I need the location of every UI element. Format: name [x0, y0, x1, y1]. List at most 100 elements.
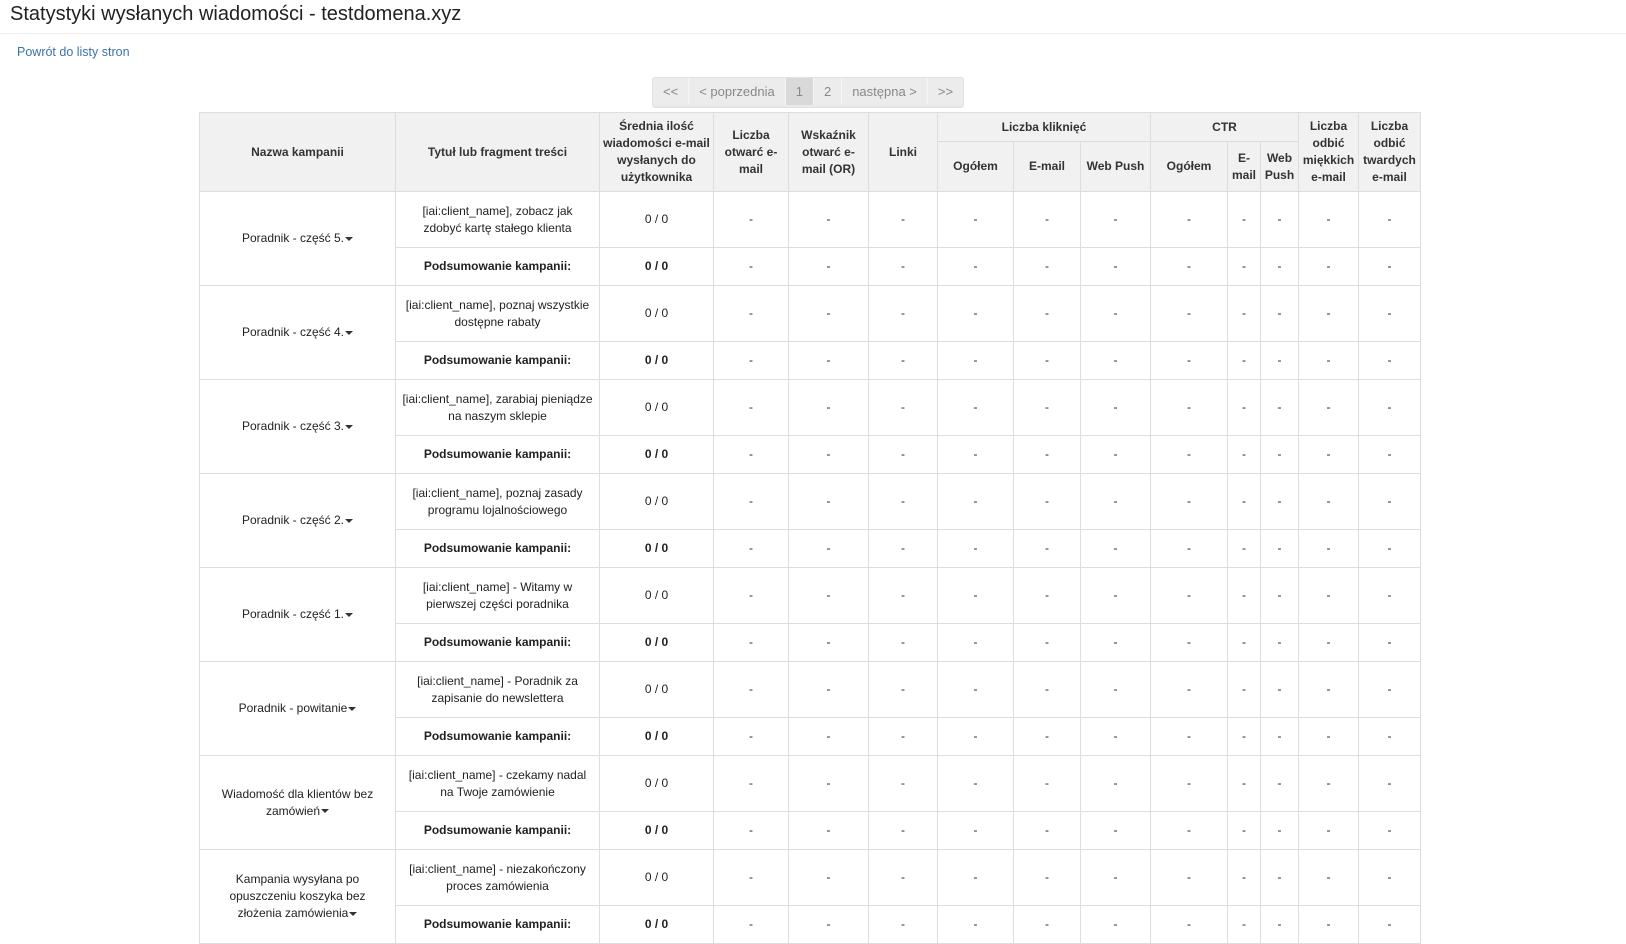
caret-down-icon[interactable]: [345, 424, 354, 429]
message-ctr-webpush: -: [1260, 191, 1299, 248]
message-opens: -: [713, 755, 789, 812]
summary-soft-bounces: -: [1298, 341, 1359, 380]
message-clicks-webpush: -: [1080, 755, 1151, 812]
summary-ctr-webpush: -: [1260, 905, 1299, 944]
message-clicks-total: -: [937, 191, 1014, 248]
summary-hard-bounces: -: [1358, 341, 1421, 380]
message-clicks-webpush: -: [1080, 473, 1151, 530]
message-ctr-email: -: [1227, 473, 1261, 530]
campaign-name-dropdown[interactable]: Poradnik - powitanie: [199, 661, 396, 756]
campaign-name-dropdown[interactable]: Poradnik - część 3.: [199, 379, 396, 474]
message-title: [iai:client_name] - Poradnik za zapisani…: [395, 661, 600, 718]
campaign-name-dropdown[interactable]: Poradnik - część 4.: [199, 285, 396, 380]
message-links: -: [868, 473, 938, 530]
summary-label: Podsumowanie kampanii:: [395, 811, 600, 850]
summary-clicks-email: -: [1013, 811, 1081, 850]
message-soft-bounces: -: [1298, 285, 1359, 342]
campaign-name-dropdown[interactable]: Kampania wysyłana po opuszczeniu koszyka…: [199, 849, 396, 944]
summary-clicks-webpush: -: [1080, 435, 1151, 474]
summary-clicks-total: -: [937, 717, 1014, 756]
campaign-name: Poradnik - część 5.: [241, 231, 345, 245]
message-clicks-email: -: [1013, 755, 1081, 812]
summary-opens: -: [713, 717, 789, 756]
message-ctr-total: -: [1150, 285, 1228, 342]
page-header: Statystyki wysłanych wiadomości - testdo…: [0, 0, 1626, 34]
caret-down-icon[interactable]: [321, 809, 330, 814]
message-ctr-email: -: [1227, 567, 1261, 624]
message-clicks-email: -: [1013, 191, 1081, 248]
message-soft-bounces: -: [1298, 567, 1359, 624]
campaign-name-dropdown[interactable]: Poradnik - część 5.: [199, 191, 396, 286]
message-open-rate: -: [788, 473, 869, 530]
summary-clicks-email: -: [1013, 623, 1081, 662]
campaign-name: Poradnik - część 1.: [241, 607, 345, 621]
pagination-prev-button[interactable]: < poprzednia: [689, 78, 786, 105]
message-avg-sent: 0 / 0: [599, 849, 714, 906]
summary-clicks-webpush: -: [1080, 341, 1151, 380]
caret-down-icon[interactable]: [345, 518, 354, 523]
summary-open-rate: -: [788, 905, 869, 944]
summary-avg-sent: 0 / 0: [599, 341, 714, 380]
summary-clicks-email: -: [1013, 435, 1081, 474]
message-clicks-webpush: -: [1080, 661, 1151, 718]
campaign-name-dropdown[interactable]: Poradnik - część 2.: [199, 473, 396, 568]
summary-clicks-webpush: -: [1080, 717, 1151, 756]
summary-clicks-email: -: [1013, 247, 1081, 286]
header-ctr-group: CTR: [1150, 112, 1299, 142]
caret-down-icon[interactable]: [345, 330, 354, 335]
summary-clicks-email: -: [1013, 529, 1081, 568]
message-links: -: [868, 285, 938, 342]
summary-links: -: [868, 529, 938, 568]
caret-down-icon[interactable]: [345, 612, 354, 617]
pagination-page-1[interactable]: 1: [785, 78, 814, 105]
summary-open-rate: -: [788, 341, 869, 380]
caret-down-icon[interactable]: [345, 236, 354, 241]
message-open-rate: -: [788, 661, 869, 718]
message-open-rate: -: [788, 379, 869, 436]
campaign-name: Poradnik - powitanie: [238, 701, 348, 715]
message-ctr-webpush: -: [1260, 473, 1299, 530]
message-avg-sent: 0 / 0: [599, 191, 714, 248]
summary-soft-bounces: -: [1298, 717, 1359, 756]
back-to-pages-link[interactable]: Powrót do listy stron: [17, 45, 130, 59]
header-soft-bounces: Liczba odbić miękkich e-mail: [1298, 112, 1359, 192]
summary-open-rate: -: [788, 717, 869, 756]
message-clicks-webpush: -: [1080, 849, 1151, 906]
header-campaign: Nazwa kampanii: [199, 112, 396, 192]
summary-label: Podsumowanie kampanii:: [395, 247, 600, 286]
caret-down-icon[interactable]: [348, 706, 357, 711]
message-title: [iai:client_name] - Witamy w pierwszej c…: [395, 567, 600, 624]
message-ctr-total: -: [1150, 849, 1228, 906]
message-open-rate: -: [788, 285, 869, 342]
pagination-last-button[interactable]: >>: [927, 78, 964, 105]
summary-hard-bounces: -: [1358, 811, 1421, 850]
message-opens: -: [713, 379, 789, 436]
message-ctr-email: -: [1227, 379, 1261, 436]
summary-ctr-email: -: [1227, 529, 1261, 568]
message-title: [iai:client_name] - czekamy nadal na Two…: [395, 755, 600, 812]
message-avg-sent: 0 / 0: [599, 473, 714, 530]
caret-down-icon[interactable]: [349, 911, 358, 916]
pagination-first-button[interactable]: <<: [653, 78, 690, 105]
message-links: -: [868, 849, 938, 906]
summary-opens: -: [713, 435, 789, 474]
summary-avg-sent: 0 / 0: [599, 811, 714, 850]
message-opens: -: [713, 661, 789, 718]
header-links: Linki: [868, 112, 938, 192]
message-opens: -: [713, 849, 789, 906]
message-title: [iai:client_name], poznaj zasady program…: [395, 473, 600, 530]
table-row: Wiadomość dla klientów bez zamówień [iai:…: [199, 755, 1421, 850]
message-opens: -: [713, 285, 789, 342]
campaign-name-dropdown[interactable]: Wiadomość dla klientów bez zamówień: [199, 755, 396, 850]
summary-clicks-webpush: -: [1080, 529, 1151, 568]
message-title: [iai:client_name] - niezakończony proces…: [395, 849, 600, 906]
pagination-page-2[interactable]: 2: [813, 78, 843, 105]
pagination-next-button[interactable]: następna >: [842, 78, 928, 105]
message-clicks-total: -: [937, 661, 1014, 718]
message-clicks-email: -: [1013, 567, 1081, 624]
message-hard-bounces: -: [1358, 191, 1421, 248]
summary-clicks-total: -: [937, 341, 1014, 380]
message-ctr-webpush: -: [1260, 661, 1299, 718]
campaign-name-dropdown[interactable]: Poradnik - część 1.: [199, 567, 396, 662]
summary-open-rate: -: [788, 529, 869, 568]
